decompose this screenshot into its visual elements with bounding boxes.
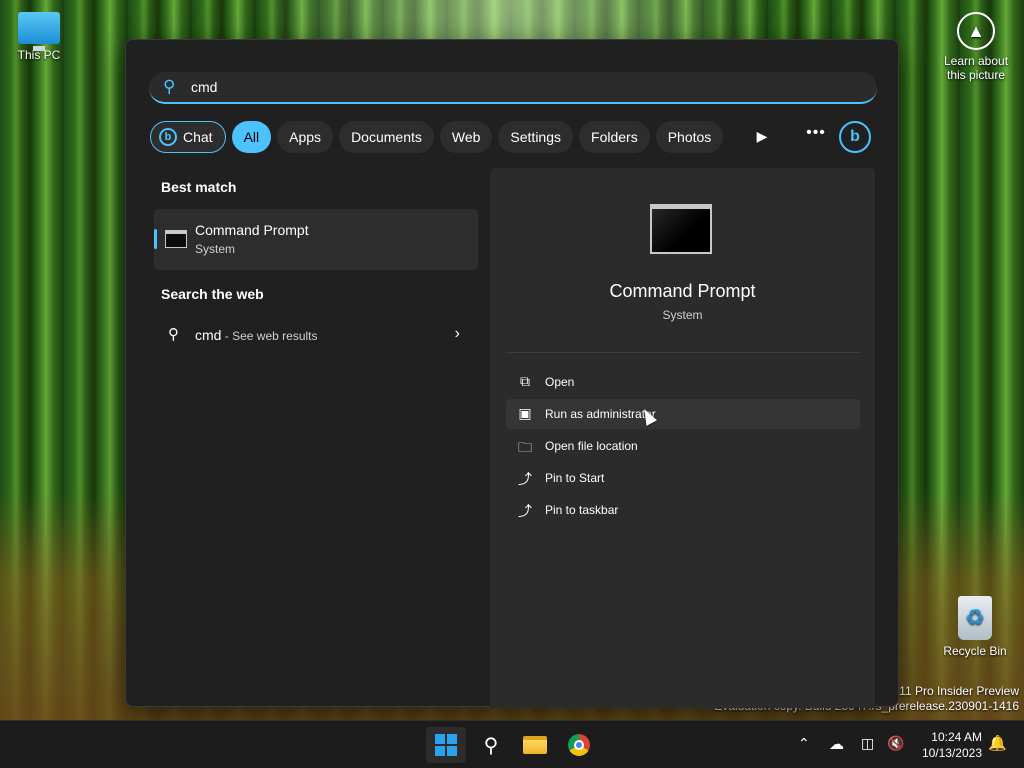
filter-folders-label: Folders bbox=[591, 129, 638, 145]
search-icon: ⚲ bbox=[483, 734, 499, 757]
filter-photos-label: Photos bbox=[667, 129, 712, 145]
show-hidden-icons-chevron-icon[interactable]: ⌃ bbox=[798, 735, 810, 752]
web-query-text: cmd bbox=[195, 327, 222, 343]
filter-documents[interactable]: Documents bbox=[339, 121, 434, 153]
taskbar-search-button[interactable]: ⚲ bbox=[471, 727, 511, 763]
windows-logo-icon bbox=[435, 734, 457, 756]
more-filters-play-icon[interactable]: ▶ bbox=[750, 128, 774, 145]
filter-chat-label: Chat bbox=[183, 129, 213, 145]
web-result-query: cmd - See web results bbox=[195, 327, 318, 343]
network-icon[interactable]: ◫ bbox=[861, 735, 874, 752]
search-web-heading: Search the web bbox=[161, 286, 264, 302]
divider bbox=[506, 352, 861, 353]
taskbar-clock[interactable]: 10:24 AM 10/13/2023 bbox=[918, 729, 982, 761]
filter-chat[interactable]: b Chat bbox=[150, 121, 226, 153]
web-result-suffix: - See web results bbox=[221, 329, 318, 343]
command-prompt-icon bbox=[165, 230, 187, 248]
action-pin-to-start[interactable]: ⤴ Pin to Start bbox=[506, 463, 860, 493]
best-match-heading: Best match bbox=[161, 179, 237, 195]
filter-apps-label: Apps bbox=[289, 129, 322, 145]
clock-date: 10/13/2023 bbox=[921, 746, 982, 760]
filter-web[interactable]: Web bbox=[439, 121, 493, 153]
folder-icon: 🗀 bbox=[518, 439, 532, 455]
recycle-bin-desktop-icon[interactable]: ♻ Recycle Bin bbox=[938, 596, 1012, 658]
more-options-icon[interactable]: ••• bbox=[804, 124, 828, 142]
action-open-file-location[interactable]: 🗀 Open file location bbox=[506, 431, 860, 461]
recycle-bin-label: Recycle Bin bbox=[943, 644, 1007, 658]
action-open[interactable]: ⧉ Open bbox=[506, 367, 860, 397]
bing-chat-icon: b bbox=[159, 128, 177, 146]
best-match-result[interactable]: Command Prompt System bbox=[154, 209, 478, 270]
start-search-panel: ⚲ cmd b Chat All Apps Documents Web Sett… bbox=[125, 39, 899, 708]
clock-time: 10:24 AM bbox=[931, 730, 982, 744]
chrome-icon bbox=[568, 734, 590, 756]
bing-icon[interactable]: b bbox=[839, 121, 871, 153]
filter-chips: b Chat All Apps Documents Web Settings F… bbox=[150, 121, 724, 153]
search-icon: ⚲ bbox=[168, 326, 179, 343]
cloud-offline-icon[interactable]: ☁ bbox=[829, 735, 844, 753]
filter-all-label: All bbox=[243, 129, 260, 145]
result-detail-pane: Command Prompt System ⧉ Open ▣ Run as ad… bbox=[490, 168, 875, 708]
selection-indicator bbox=[154, 229, 157, 249]
action-pin-to-taskbar[interactable]: ⤴ Pin to taskbar bbox=[506, 495, 860, 525]
detail-subtitle: System bbox=[662, 308, 703, 322]
camera-lens-icon: ▲ bbox=[957, 12, 995, 50]
learn-label-line2: this picture bbox=[946, 68, 1006, 82]
chevron-right-icon: › bbox=[454, 325, 460, 342]
file-explorer-icon bbox=[523, 736, 547, 754]
pin-icon: ⤴ bbox=[518, 503, 532, 519]
open-external-icon: ⧉ bbox=[520, 373, 530, 389]
search-query: cmd bbox=[191, 79, 218, 95]
taskbar: ⚲ ⌃ ☁ ◫ 🔇 10:24 AM 10/13/2023 🔔 bbox=[0, 720, 1024, 768]
start-button[interactable] bbox=[426, 727, 466, 763]
action-pin-to-taskbar-label: Pin to taskbar bbox=[545, 503, 619, 517]
this-pc-desktop-icon[interactable]: This PC bbox=[2, 10, 76, 62]
action-open-label: Open bbox=[545, 375, 575, 389]
notification-bell-icon[interactable]: 🔔 bbox=[988, 734, 1007, 752]
filter-all[interactable]: All bbox=[231, 121, 272, 153]
filter-apps[interactable]: Apps bbox=[277, 121, 334, 153]
shield-window-icon: ▣ bbox=[518, 405, 532, 421]
action-run-as-admin-label: Run as administrator bbox=[545, 407, 656, 421]
command-prompt-large-icon bbox=[650, 204, 712, 254]
action-pin-to-start-label: Pin to Start bbox=[545, 471, 605, 485]
web-result[interactable]: ⚲ cmd - See web results › bbox=[154, 318, 478, 352]
monitor-icon bbox=[18, 12, 60, 51]
pin-icon: ⤴ bbox=[518, 471, 532, 487]
chrome-button[interactable] bbox=[559, 727, 599, 763]
action-open-file-location-label: Open file location bbox=[545, 439, 638, 453]
filter-web-label: Web bbox=[451, 129, 481, 145]
filter-settings-label: Settings bbox=[510, 129, 562, 145]
learn-label-line1: Learn about bbox=[943, 54, 1009, 68]
detail-title: Command Prompt bbox=[609, 281, 756, 301]
filter-settings[interactable]: Settings bbox=[498, 121, 574, 153]
best-match-type: System bbox=[195, 242, 236, 256]
file-explorer-button[interactable] bbox=[515, 727, 555, 763]
volume-muted-icon[interactable]: 🔇 bbox=[887, 735, 904, 752]
search-input[interactable]: ⚲ cmd bbox=[149, 72, 877, 104]
action-run-as-administrator[interactable]: ▣ Run as administrator bbox=[506, 399, 860, 429]
learn-about-picture-icon[interactable]: ▲ Learn about this picture bbox=[936, 12, 1016, 82]
filter-folders[interactable]: Folders bbox=[579, 121, 650, 153]
filter-photos[interactable]: Photos bbox=[655, 121, 724, 153]
filter-documents-label: Documents bbox=[351, 129, 422, 145]
search-icon: ⚲ bbox=[163, 77, 176, 96]
recycle-bin-icon: ♻ bbox=[958, 596, 992, 640]
best-match-name: Command Prompt bbox=[195, 222, 309, 238]
